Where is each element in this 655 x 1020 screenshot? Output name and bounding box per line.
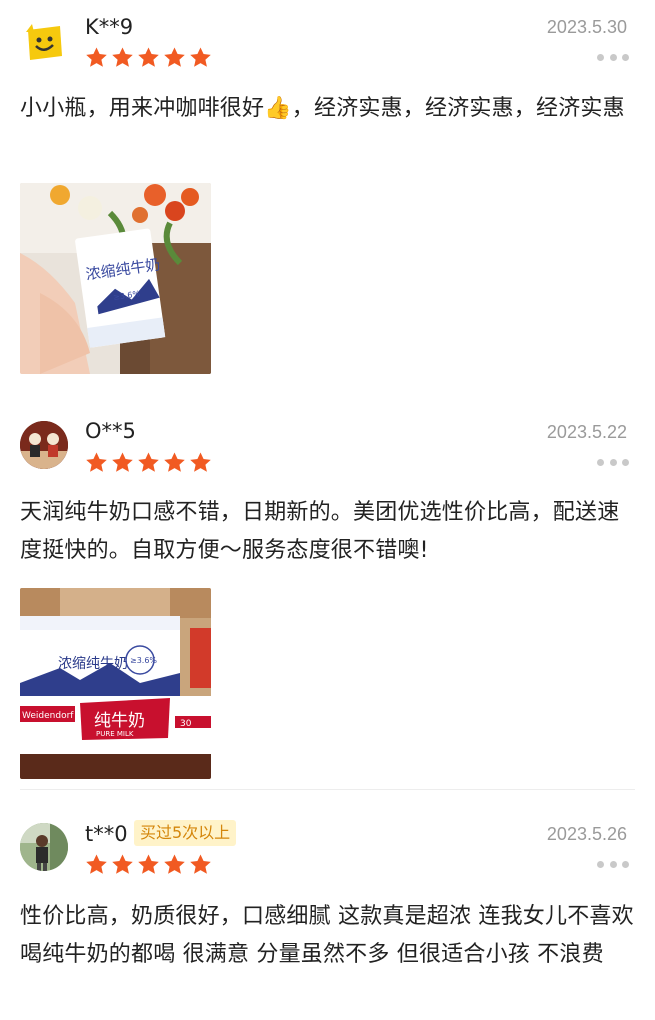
review-date: 2023.5.22 [546,422,627,442]
star-icon [86,854,107,874]
review-card: O**5 2023.5.22 天润纯牛奶口感不错，日期新的。美团优选性价比高，配… [0,395,655,790]
user-avatar[interactable] [20,421,68,469]
more-options-icon[interactable] [597,859,629,869]
box-bottom-sub: PURE MILK [96,730,134,738]
star-icon [138,854,159,874]
box-top-fat: ≥3.6% [130,656,157,665]
box-bottom-label: 纯牛奶 [94,711,145,731]
star-icon [138,452,159,472]
review-text: 性价比高，奶质很好，口感细腻 这款真是超浓 连我女儿不喜欢喝纯牛奶的都喝 很满意… [20,904,634,967]
star-icon [86,452,107,472]
star-icon [164,47,185,67]
more-options-icon[interactable] [597,457,629,467]
review-date: 2023.5.26 [546,824,627,844]
review-photo[interactable]: 浓缩纯牛奶 ≥3.6% [20,183,211,374]
star-icon [112,854,133,874]
username: t**0 [85,822,128,846]
star-icon [138,47,159,67]
rating-stars [85,46,212,69]
smiley-icon [26,24,62,60]
review-card: K**9 2023.5.30 小小瓶，用来冲咖啡很好👍，经济实惠，经济实惠，经济… [0,0,655,395]
review-date: 2023.5.30 [546,17,627,37]
star-icon [190,47,211,67]
person-photo-avatar-icon [20,823,68,871]
review-text: 小小瓶，用来冲咖啡很好👍，经济实惠，经济实惠，经济实惠 [20,96,625,121]
review-text: 天润纯牛奶口感不错，日期新的。美团优选性价比高，配送速度挺快的。自取方便～服务态… [20,500,620,563]
user-avatar[interactable] [20,18,68,66]
box-top-label: 浓缩纯牛奶 [58,656,128,672]
figurines-avatar-icon [20,421,68,469]
more-options-icon[interactable] [597,52,629,62]
count-label: 30 [180,719,192,729]
rating-stars [85,451,212,474]
username: K**9 [85,15,134,39]
review-card: t**0 买过5次以上 2023.5.26 性价比高，奶质很好，口感细腻 这款真… [0,790,655,1020]
star-icon [190,452,211,472]
star-icon [112,452,133,472]
repeat-buyer-badge: 买过5次以上 [134,820,237,846]
username: O**5 [85,419,136,443]
star-icon [86,47,107,67]
star-icon [164,854,185,874]
star-icon [112,47,133,67]
star-icon [164,452,185,472]
brand-label: Weidendorf [22,711,74,721]
user-avatar[interactable] [20,823,68,871]
star-icon [190,854,211,874]
rating-stars [85,853,212,876]
review-photo[interactable]: 浓缩纯牛奶 ≥3.6% Weidendorf 纯牛奶 PURE MILK 30 [20,588,211,779]
